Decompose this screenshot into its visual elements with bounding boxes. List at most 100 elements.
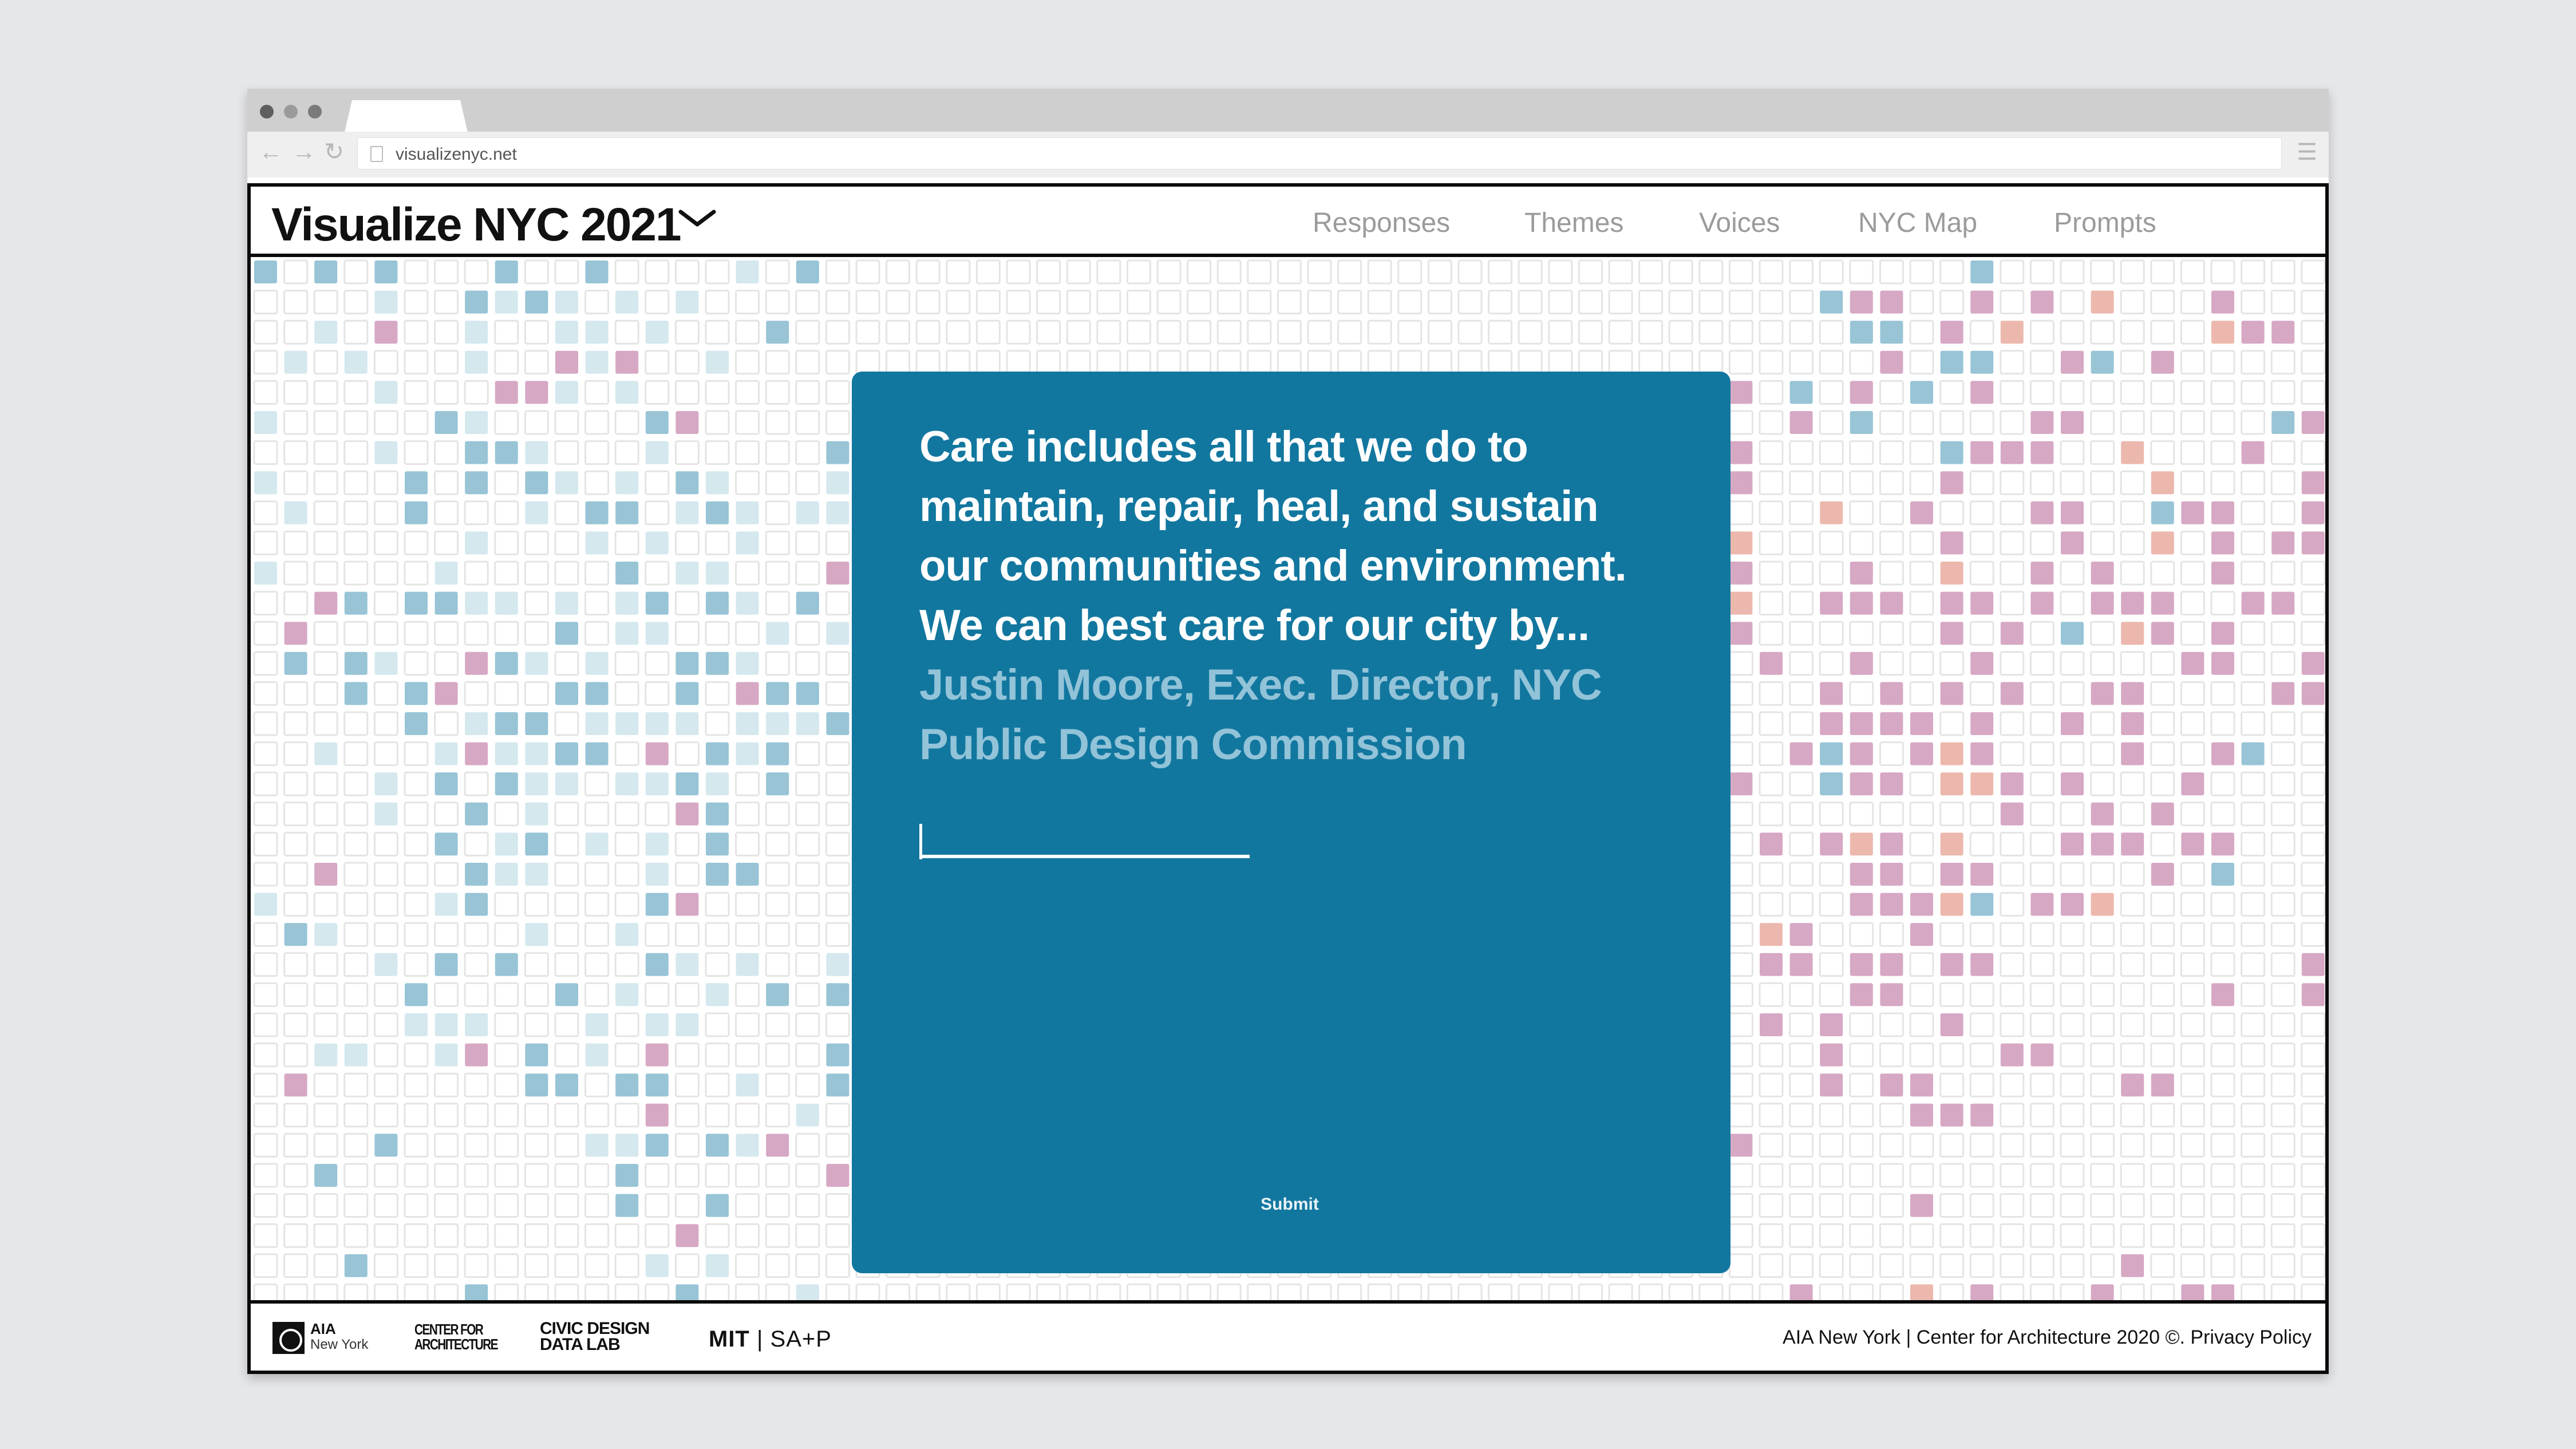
response-cell[interactable] [1850,562,1873,585]
response-cell[interactable] [1880,350,1903,374]
response-cell[interactable] [615,471,639,495]
response-cell[interactable] [525,802,548,826]
response-cell[interactable] [1910,1194,1933,1217]
response-cell[interactable] [1850,983,1873,1006]
response-cell[interactable] [2301,471,2325,495]
response-cell[interactable] [736,652,759,675]
response-cell[interactable] [706,562,729,585]
response-cell[interactable] [1970,893,1994,916]
response-cell[interactable] [645,772,669,796]
response-cell[interactable] [525,501,548,524]
response-cell[interactable] [1880,772,1903,796]
response-cell[interactable] [1970,742,1994,765]
response-cell[interactable] [796,682,819,705]
response-cell[interactable] [2211,652,2234,675]
response-cell[interactable] [1970,863,1994,886]
response-cell[interactable] [826,983,850,1006]
response-cell[interactable] [314,863,338,886]
browser-tab[interactable] [345,100,468,132]
response-cell[interactable] [1970,953,1994,976]
response-cell[interactable] [1760,832,1783,856]
nav-nyc-map[interactable]: NYC Map [1858,207,1977,239]
response-cell[interactable] [2121,682,2144,705]
response-cell[interactable] [525,712,548,735]
response-cell[interactable] [736,682,759,705]
response-cell[interactable] [615,381,639,404]
response-cell[interactable] [2241,742,2265,765]
response-cell[interactable] [796,591,819,615]
response-cell[interactable] [585,350,609,374]
window-maximize-dot[interactable] [308,105,322,119]
response-cell[interactable] [2030,591,2054,615]
response-cell[interactable] [495,832,518,856]
response-cell[interactable] [1910,1103,1933,1127]
response-cell[interactable] [585,260,609,283]
response-cell[interactable] [645,411,669,434]
response-cell[interactable] [525,652,548,675]
response-cell[interactable] [1760,923,1783,946]
response-cell[interactable] [645,1043,669,1067]
response-cell[interactable] [254,260,277,283]
response-cell[interactable] [585,321,609,344]
response-cell[interactable] [2061,622,2084,645]
response-cell[interactable] [1940,1103,1963,1127]
response-cell[interactable] [675,1284,699,1300]
response-cell[interactable] [2271,591,2295,615]
response-cell[interactable] [2271,321,2295,344]
center-for-architecture-logo[interactable]: CENTER FOR ARCHITECTURE [414,1322,498,1352]
response-cell[interactable] [796,260,819,283]
response-cell[interactable] [314,260,338,283]
response-cell[interactable] [525,863,548,886]
response-cell[interactable] [706,772,729,796]
response-cell[interactable] [1820,772,1843,796]
response-cell[interactable] [2091,682,2114,705]
response-cell[interactable] [1940,622,1963,645]
response-cell[interactable] [2030,562,2054,585]
response-cell[interactable] [2301,531,2325,555]
response-cell[interactable] [2271,411,2295,434]
response-cell[interactable] [434,832,458,856]
response-cell[interactable] [1820,682,1843,705]
response-cell[interactable] [585,652,609,675]
response-cell[interactable] [826,1164,850,1187]
response-cell[interactable] [645,1103,669,1127]
response-cell[interactable] [1820,1073,1843,1097]
response-cell[interactable] [645,321,669,344]
response-cell[interactable] [645,893,669,916]
response-cell[interactable] [1850,591,1873,615]
response-cell[interactable] [2091,350,2114,374]
response-cell[interactable] [2061,893,2084,916]
response-cell[interactable] [645,441,669,464]
response-cell[interactable] [736,712,759,735]
response-cell[interactable] [314,742,338,765]
response-cell[interactable] [1940,953,1963,976]
response-cell[interactable] [706,742,729,765]
response-cell[interactable] [344,1254,368,1277]
response-cell[interactable] [2091,1284,2114,1300]
response-cell[interactable] [645,591,669,615]
response-cell[interactable] [1850,321,1873,344]
response-cell[interactable] [2301,652,2325,675]
response-cell[interactable] [495,772,518,796]
response-cell[interactable] [2121,742,2144,765]
response-cell[interactable] [826,501,850,524]
response-cell[interactable] [2211,863,2234,886]
response-cell[interactable] [344,1043,368,1067]
response-cell[interactable] [465,1043,488,1067]
response-cell[interactable] [826,441,850,464]
response-cell[interactable] [495,652,518,675]
response-cell[interactable] [525,441,548,464]
response-cell[interactable] [736,591,759,615]
response-cell[interactable] [615,350,639,374]
response-cell[interactable] [706,1254,729,1277]
response-cell[interactable] [736,742,759,765]
response-cell[interactable] [1880,832,1903,856]
response-cell[interactable] [766,712,789,735]
nav-voices[interactable]: Voices [1699,207,1780,239]
response-cell[interactable] [1880,321,1903,344]
response-cell[interactable] [766,742,789,765]
response-cell[interactable] [1850,712,1873,735]
site-title[interactable]: Visualize NYC 2021 [271,198,682,252]
response-cell[interactable] [1910,893,1933,916]
response-cell[interactable] [525,742,548,765]
